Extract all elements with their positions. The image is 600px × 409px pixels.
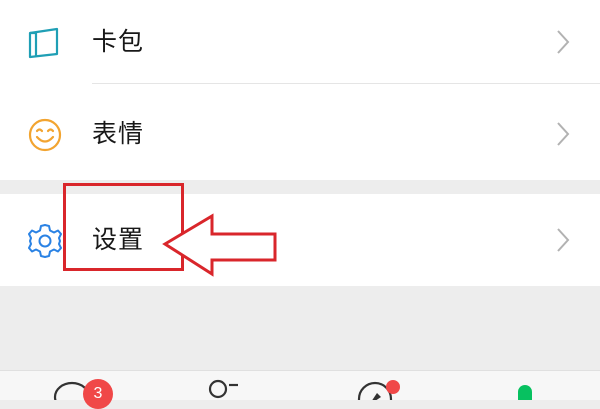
card-pack-icon (26, 24, 64, 62)
menu-item-label: 卡包 (92, 27, 145, 56)
chevron-right-icon (554, 28, 572, 56)
menu-group-top: 卡包 表情 (0, 0, 600, 180)
chevron-right-icon (554, 120, 572, 148)
gear-icon (26, 222, 64, 260)
tab-me-icon[interactable] (505, 379, 545, 400)
discover-new-dot (386, 380, 400, 394)
divider (92, 83, 600, 84)
menu-group-settings: 设置 (0, 194, 600, 286)
menu-item-label: 设置 (92, 225, 145, 254)
menu-item-card-pack[interactable]: 卡包 (0, 0, 600, 86)
chevron-right-icon (554, 226, 572, 254)
menu-item-label: 表情 (92, 119, 145, 148)
menu-item-stickers[interactable]: 表情 (0, 88, 600, 178)
menu-item-settings[interactable]: 设置 (0, 194, 600, 286)
unread-count-badge: 3 (83, 379, 113, 409)
tab-contacts-icon[interactable] (202, 379, 242, 400)
sticker-smiley-icon (26, 116, 64, 154)
